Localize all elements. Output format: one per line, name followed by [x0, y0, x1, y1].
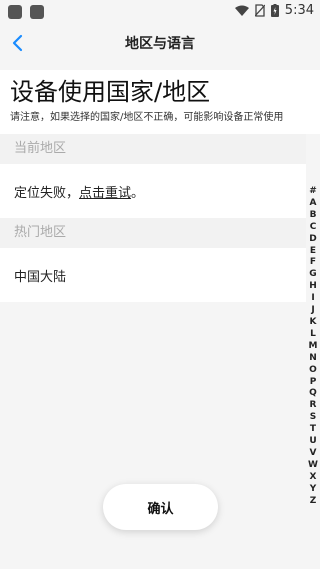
- index-letter[interactable]: B: [310, 210, 317, 222]
- index-letter[interactable]: C: [310, 222, 317, 234]
- index-letter[interactable]: H: [309, 281, 317, 293]
- no-sim-icon: [254, 4, 265, 17]
- index-letter[interactable]: J: [311, 305, 314, 317]
- index-letter[interactable]: L: [310, 329, 316, 341]
- index-letter[interactable]: O: [309, 365, 317, 377]
- page-hint: 请注意，如果选择的国家/地区不正确，可能影响设备正常使用: [10, 112, 284, 123]
- index-letter[interactable]: V: [310, 448, 317, 460]
- confirm-button[interactable]: 确认: [103, 484, 218, 530]
- index-letter[interactable]: A: [310, 198, 317, 210]
- header-block: 设备使用国家/地区 请注意，如果选择的国家/地区不正确，可能影响设备正常使用: [0, 70, 320, 134]
- location-status-suffix: 。: [131, 185, 145, 201]
- nav-bar: 地区与语言: [0, 24, 320, 62]
- notification-icon: [30, 5, 44, 19]
- list-item[interactable]: 中国大陆: [0, 248, 306, 302]
- chevron-left-icon: [12, 34, 23, 52]
- index-letter[interactable]: S: [310, 412, 316, 424]
- section-header-hot: 热门地区: [0, 218, 306, 248]
- index-letter[interactable]: G: [309, 269, 316, 281]
- back-button[interactable]: [4, 30, 30, 56]
- index-letter[interactable]: N: [309, 353, 317, 365]
- index-letter[interactable]: F: [310, 257, 316, 269]
- index-letter[interactable]: D: [309, 234, 316, 246]
- index-letter[interactable]: I: [311, 293, 314, 305]
- index-letter[interactable]: P: [310, 377, 317, 389]
- section-header-current: 当前地区: [0, 134, 306, 164]
- retry-link[interactable]: 点击重试: [79, 182, 131, 201]
- index-letter[interactable]: Q: [309, 388, 317, 400]
- index-letter[interactable]: X: [310, 472, 317, 484]
- index-letter[interactable]: W: [308, 460, 318, 472]
- status-indicators: 5:34: [234, 3, 314, 18]
- index-letter[interactable]: Y: [310, 484, 317, 496]
- index-letter[interactable]: U: [309, 436, 316, 448]
- index-letter[interactable]: #: [309, 186, 317, 198]
- page-heading: 设备使用国家/地区: [10, 78, 211, 106]
- index-letter[interactable]: Z: [310, 496, 317, 508]
- battery-charging-icon: [270, 4, 279, 17]
- notification-icon: [8, 5, 22, 19]
- clock: 5:34: [284, 3, 314, 18]
- alphabet-index-bar[interactable]: # A B C D E F G H I J K L M N O P Q R S T U V W X Y Z: [306, 186, 320, 507]
- region-label: 中国大陆: [14, 269, 67, 285]
- wifi-icon: [234, 5, 249, 16]
- current-region-row: 定位失败， 点击重试 。: [0, 164, 306, 218]
- status-bar: 5:34: [0, 0, 320, 24]
- index-letter[interactable]: M: [309, 341, 318, 353]
- index-letter[interactable]: R: [310, 400, 317, 412]
- page-title: 地区与语言: [125, 36, 195, 52]
- index-letter[interactable]: E: [310, 246, 316, 258]
- location-status-prefix: 定位失败，: [14, 185, 80, 201]
- index-letter[interactable]: T: [310, 424, 316, 436]
- index-letter[interactable]: K: [310, 317, 317, 329]
